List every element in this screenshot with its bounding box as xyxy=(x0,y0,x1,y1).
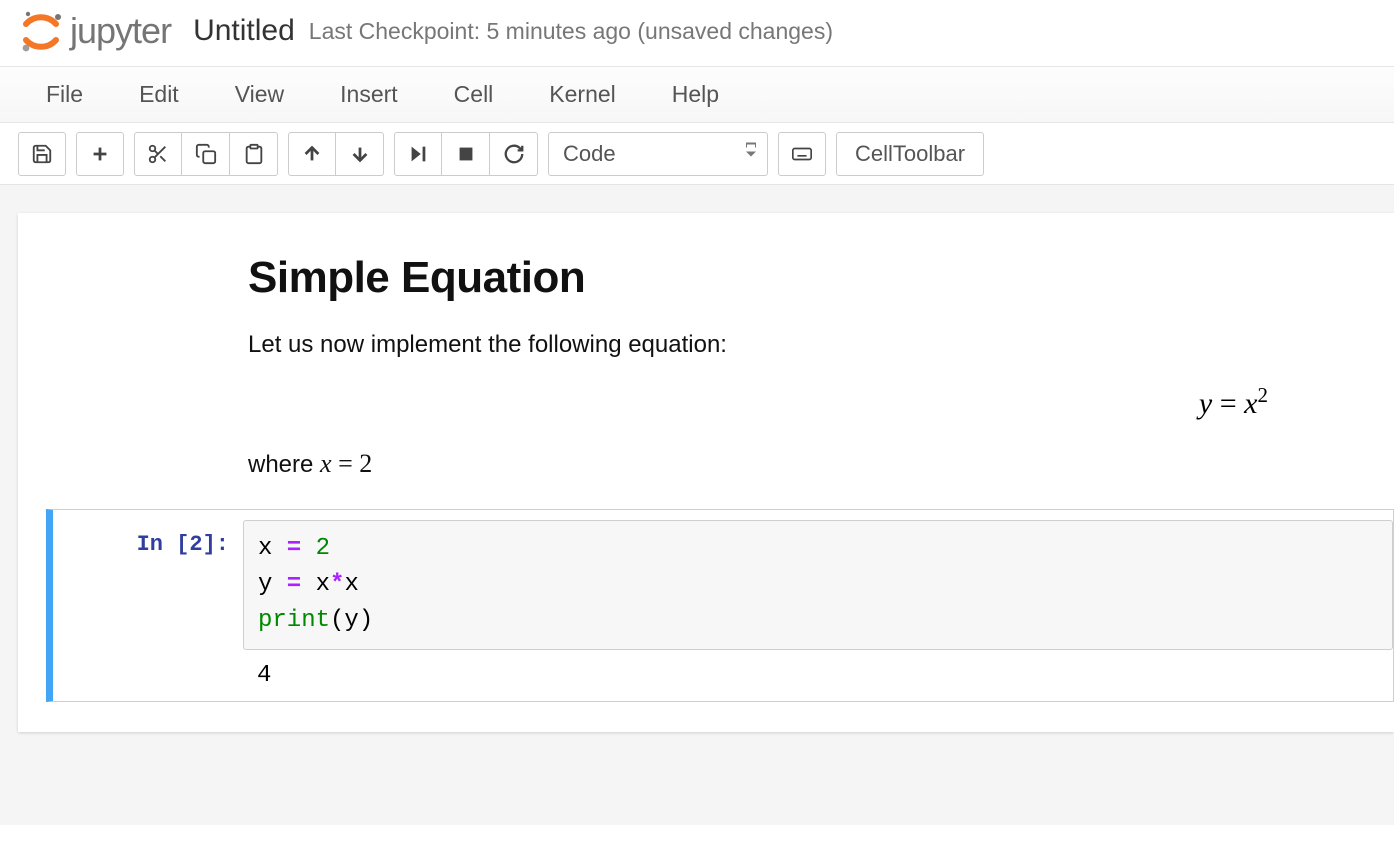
stop-icon xyxy=(455,143,477,165)
code-input[interactable]: x = 2 y = x*x print(y) xyxy=(243,520,1393,650)
menu-help[interactable]: Help xyxy=(644,71,747,118)
code-l1-lhs: x xyxy=(258,535,272,562)
scissors-icon xyxy=(147,143,169,165)
where-var: x xyxy=(320,449,332,478)
where-val: 2 xyxy=(359,449,372,478)
menubar: File Edit View Insert Cell Kernel Help xyxy=(0,67,1394,123)
run-button[interactable] xyxy=(394,132,442,176)
cell-type-select-wrap: Code xyxy=(548,132,768,176)
menu-insert[interactable]: Insert xyxy=(312,71,426,118)
save-button[interactable] xyxy=(18,132,66,176)
add-cell-button[interactable] xyxy=(76,132,124,176)
copy-icon xyxy=(195,143,217,165)
markdown-heading: Simple Equation xyxy=(248,253,1358,303)
code-cell-prompt: In [2]: xyxy=(53,520,243,689)
cell-toolbar-button[interactable]: CellToolbar xyxy=(836,132,984,176)
command-palette-button[interactable] xyxy=(778,132,826,176)
eq-lhs: y xyxy=(1199,387,1212,420)
markdown-equation: y = x2 xyxy=(248,383,1358,421)
arrow-down-icon xyxy=(349,143,371,165)
menu-file[interactable]: File xyxy=(18,71,111,118)
copy-button[interactable] xyxy=(182,132,230,176)
code-l2-op: = xyxy=(272,571,315,598)
refresh-icon xyxy=(503,143,525,165)
notebook-name[interactable]: Untitled xyxy=(193,14,295,48)
where-eq: = xyxy=(332,449,360,478)
jupyter-logo-icon xyxy=(18,8,64,54)
arrow-up-icon xyxy=(301,143,323,165)
eq-eq: = xyxy=(1212,387,1244,420)
notebook-container: Simple Equation Let us now implement the… xyxy=(0,185,1394,825)
cut-button[interactable] xyxy=(134,132,182,176)
plus-icon xyxy=(89,143,111,165)
code-l3-arg: y xyxy=(344,607,358,634)
code-cell[interactable]: In [2]: x = 2 y = x*x print(y) 4 xyxy=(46,509,1394,702)
code-l1-val: 2 xyxy=(316,535,330,562)
interrupt-button[interactable] xyxy=(442,132,490,176)
where-prefix: where xyxy=(248,451,320,478)
menu-view[interactable]: View xyxy=(207,71,312,118)
code-l2-a: x xyxy=(316,571,330,598)
jupyter-logo-text: jupyter xyxy=(70,10,171,52)
move-up-button[interactable] xyxy=(288,132,336,176)
notebook: Simple Equation Let us now implement the… xyxy=(18,213,1394,732)
code-output: 4 xyxy=(243,650,1393,689)
code-l2-star: * xyxy=(330,571,344,598)
code-l1-op: = xyxy=(272,535,315,562)
paste-icon xyxy=(243,143,265,165)
checkpoint-status: Last Checkpoint: 5 minutes ago (unsaved … xyxy=(309,18,833,45)
code-l2-lhs: y xyxy=(258,571,272,598)
step-forward-icon xyxy=(407,143,429,165)
markdown-cell[interactable]: Simple Equation Let us now implement the… xyxy=(18,253,1394,509)
menu-cell[interactable]: Cell xyxy=(426,71,522,118)
cell-type-select[interactable]: Code xyxy=(548,132,768,176)
toolbar: Code CellToolbar xyxy=(0,123,1394,185)
eq-rhs-exp: 2 xyxy=(1258,383,1269,407)
save-icon xyxy=(31,143,53,165)
restart-button[interactable] xyxy=(490,132,538,176)
move-down-button[interactable] xyxy=(336,132,384,176)
markdown-intro: Let us now implement the following equat… xyxy=(248,331,1358,359)
markdown-where: where x = 2 xyxy=(248,449,1358,479)
code-l2-b: x xyxy=(344,571,358,598)
code-l3-close: ) xyxy=(359,607,373,634)
jupyter-logo[interactable]: jupyter xyxy=(18,8,171,54)
code-cell-body: x = 2 y = x*x print(y) 4 xyxy=(243,520,1393,689)
paste-button[interactable] xyxy=(230,132,278,176)
menu-edit[interactable]: Edit xyxy=(111,71,207,118)
code-l3-open: ( xyxy=(330,607,344,634)
menu-kernel[interactable]: Kernel xyxy=(521,71,643,118)
keyboard-icon xyxy=(791,143,813,165)
header: jupyter Untitled Last Checkpoint: 5 minu… xyxy=(0,0,1394,67)
eq-rhs-base: x xyxy=(1244,387,1257,420)
code-l3-fn: print xyxy=(258,607,330,634)
